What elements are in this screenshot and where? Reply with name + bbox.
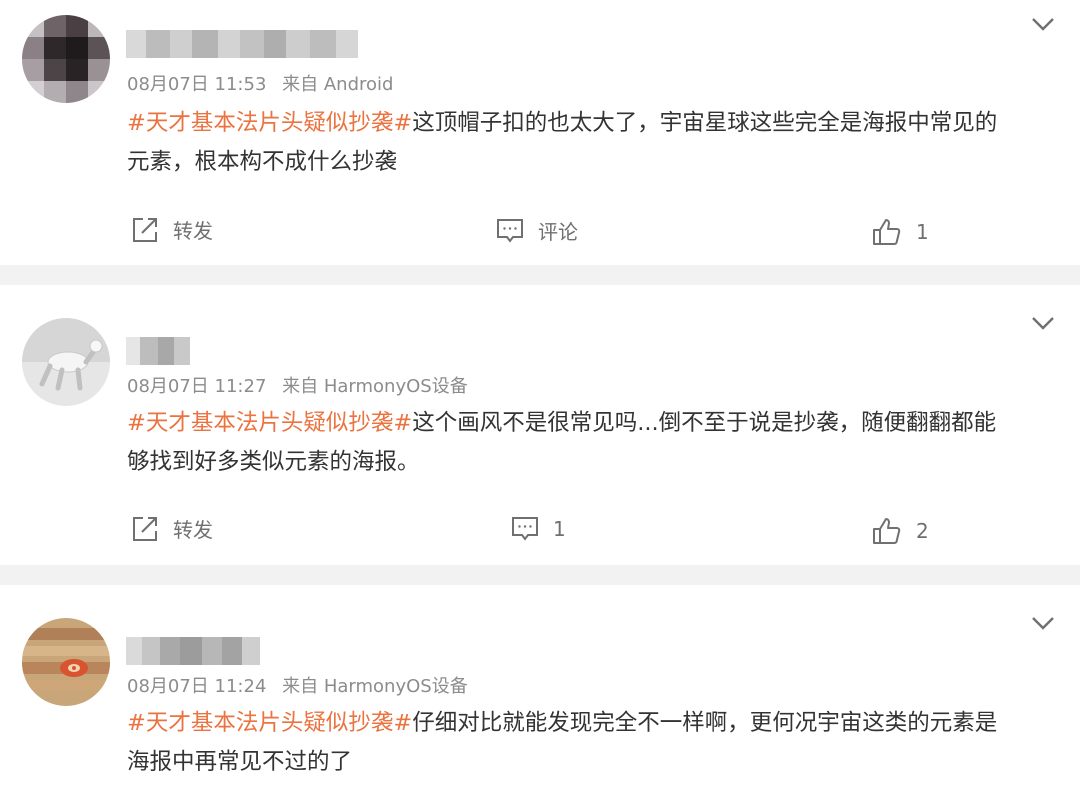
thumbs-up-icon (872, 517, 902, 545)
comment-time: 08月07日 11:24 (127, 676, 267, 697)
hashtag-link[interactable]: #天才基本法片头疑似抄袭# (127, 410, 412, 436)
like-button[interactable]: 1 (872, 218, 929, 246)
comment-time: 08月07日 11:53 (127, 74, 267, 95)
comment-card: 08月07日 11:27 来自 HarmonyOS设备 #天才基本法片头疑似抄袭… (0, 285, 1080, 565)
username-blurred[interactable] (126, 337, 190, 365)
comment-text: #天才基本法片头疑似抄袭#仔细对比就能发现完全不一样啊，更何况宇宙这类的元素是 … (127, 704, 1057, 782)
comment-card: 08月07日 11:53 来自 Android #天才基本法片头疑似抄袭#这顶帽… (0, 0, 1080, 265)
comment-source: 来自 HarmonyOS设备 (282, 676, 468, 697)
comment-icon (511, 516, 539, 542)
chevron-down-icon[interactable] (1030, 314, 1056, 332)
comment-source: 来自 Android (282, 74, 394, 95)
comment-text-line: 仔细对比就能发现完全不一样啊，更何况宇宙这类的元素是 (412, 710, 998, 736)
comment-meta: 08月07日 11:27 来自 HarmonyOS设备 (127, 375, 478, 399)
like-button[interactable]: 2 (872, 517, 929, 545)
comment-text-line: 元素，根本构不成什么抄袭 (127, 149, 398, 175)
separator (0, 265, 1080, 285)
like-count: 1 (916, 220, 929, 244)
avatar[interactable] (22, 15, 110, 103)
hashtag-link[interactable]: #天才基本法片头疑似抄袭# (127, 710, 412, 736)
thumbs-up-icon (872, 218, 902, 246)
like-count: 2 (916, 519, 929, 543)
comment-text-line: 这个画风不是很常见吗...倒不至于说是抄袭，随便翻翻都能 (412, 410, 997, 436)
repost-button[interactable]: 转发 (131, 215, 213, 244)
comment-meta: 08月07日 11:53 来自 Android (127, 73, 403, 97)
share-icon (131, 216, 159, 244)
comment-icon (496, 218, 524, 244)
comment-time: 08月07日 11:27 (127, 376, 267, 397)
comment-label: 评论 (538, 220, 578, 244)
separator (0, 565, 1080, 585)
avatar[interactable] (22, 318, 110, 406)
comment-card: 08月07日 11:24 来自 HarmonyOS设备 #天才基本法片头疑似抄袭… (0, 585, 1080, 799)
username-blurred[interactable] (126, 30, 358, 58)
username-blurred[interactable] (126, 637, 260, 665)
chevron-down-icon[interactable] (1030, 15, 1056, 33)
repost-label: 转发 (173, 219, 213, 243)
comment-source: 来自 HarmonyOS设备 (282, 376, 468, 397)
comment-count: 1 (553, 517, 566, 541)
chevron-down-icon[interactable] (1030, 614, 1056, 632)
repost-button[interactable]: 转发 (131, 514, 213, 543)
comment-text-line: 这顶帽子扣的也太大了，宇宙星球这些完全是海报中常见的 (412, 110, 998, 136)
comment-meta: 08月07日 11:24 来自 HarmonyOS设备 (127, 675, 478, 699)
comment-text: #天才基本法片头疑似抄袭#这顶帽子扣的也太大了，宇宙星球这些完全是海报中常见的 … (127, 104, 1057, 182)
hashtag-link[interactable]: #天才基本法片头疑似抄袭# (127, 110, 412, 136)
share-icon (131, 515, 159, 543)
repost-label: 转发 (173, 518, 213, 542)
comment-text-line: 海报中再常见不过的了 (127, 749, 353, 775)
comment-text-line: 够找到好多类似元素的海报。 (127, 449, 420, 475)
avatar[interactable] (22, 618, 110, 706)
comment-button[interactable]: 1 (511, 516, 566, 542)
comment-text: #天才基本法片头疑似抄袭#这个画风不是很常见吗...倒不至于说是抄袭，随便翻翻都… (127, 404, 1057, 482)
comment-button[interactable]: 评论 (496, 216, 578, 245)
